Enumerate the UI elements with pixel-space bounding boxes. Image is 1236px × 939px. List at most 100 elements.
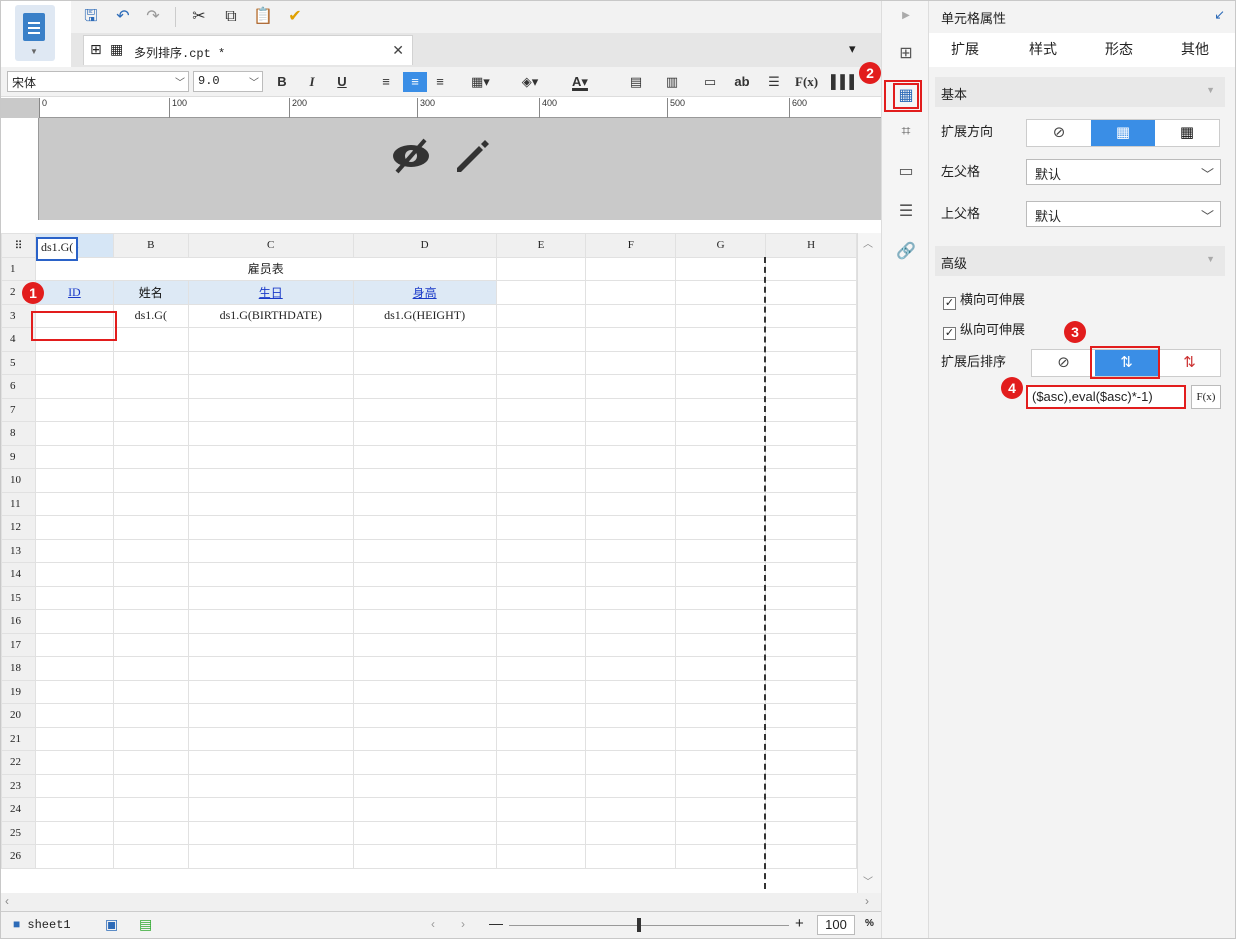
close-tab-icon[interactable]: ✕ <box>392 42 404 59</box>
cell[interactable] <box>34 491 114 516</box>
cell[interactable] <box>495 280 587 305</box>
row-header[interactable]: 13 <box>1 538 36 563</box>
cell[interactable] <box>765 350 857 375</box>
cell[interactable] <box>585 750 677 775</box>
cell[interactable] <box>352 797 497 822</box>
title-cell[interactable]: 雇员表 <box>34 256 497 281</box>
prev-page-icon[interactable]: ‹ <box>431 917 435 931</box>
cell[interactable] <box>585 820 677 845</box>
cell[interactable] <box>765 280 857 305</box>
spreadsheet-grid[interactable]: ⠿ A B C D E F G H 1 雇员表 2 ID 姓名 生日 身高 <box>1 233 857 893</box>
cell[interactable] <box>765 468 857 493</box>
cell[interactable] <box>187 820 354 845</box>
cell[interactable] <box>112 632 189 657</box>
zoom-input[interactable]: 100 <box>817 915 855 935</box>
cell[interactable] <box>187 679 354 704</box>
cell[interactable] <box>495 797 587 822</box>
cell[interactable] <box>34 656 114 681</box>
cell[interactable] <box>675 256 767 281</box>
cell[interactable] <box>187 562 354 587</box>
data-cell-id[interactable]: ds1.G( <box>35 237 79 261</box>
cell[interactable] <box>675 421 767 446</box>
cell[interactable] <box>675 773 767 798</box>
cell[interactable] <box>34 679 114 704</box>
row-header[interactable]: 16 <box>1 609 36 634</box>
scroll-right-icon[interactable]: › <box>865 894 869 908</box>
cell[interactable] <box>187 844 354 869</box>
formula-button[interactable]: F(x) <box>1191 385 1221 409</box>
cell[interactable] <box>34 726 114 751</box>
cell[interactable] <box>765 256 857 281</box>
cell[interactable] <box>585 515 677 540</box>
cell[interactable] <box>352 773 497 798</box>
border-icon[interactable]: ▦▾ <box>471 72 490 92</box>
horizontal-expand-checkbox[interactable]: ✓ 横向可伸展 <box>943 289 1025 310</box>
cell[interactable] <box>187 491 354 516</box>
cell[interactable] <box>765 444 857 469</box>
scroll-left-icon[interactable]: ‹ <box>5 894 9 908</box>
cell[interactable] <box>352 632 497 657</box>
paste-icon[interactable]: 📋 <box>253 7 273 27</box>
cell[interactable] <box>675 327 767 352</box>
underline-button[interactable]: U <box>333 72 351 92</box>
cell[interactable] <box>495 303 587 328</box>
cell[interactable] <box>675 585 767 610</box>
cell[interactable] <box>495 374 587 399</box>
cell[interactable] <box>112 538 189 563</box>
cell[interactable] <box>352 397 497 422</box>
cell[interactable] <box>112 397 189 422</box>
cell[interactable] <box>585 327 677 352</box>
cell[interactable] <box>585 726 677 751</box>
cell[interactable] <box>585 656 677 681</box>
merge-cells-icon[interactable]: ▤ <box>627 72 645 92</box>
cell[interactable] <box>585 256 677 281</box>
chart-icon[interactable]: ▌▌▌ <box>831 72 859 92</box>
cell[interactable] <box>585 632 677 657</box>
cell[interactable] <box>34 350 114 375</box>
cell[interactable] <box>585 773 677 798</box>
cell[interactable] <box>187 350 354 375</box>
select-all-corner[interactable]: ⠿ <box>1 233 36 258</box>
italic-button[interactable]: I <box>303 72 321 92</box>
cell[interactable] <box>112 750 189 775</box>
column-header[interactable]: B <box>112 233 189 258</box>
zoom-in-icon[interactable]: + <box>795 915 804 932</box>
save-icon[interactable]: 🖫 <box>81 7 101 27</box>
condition-icon[interactable]: ☰ <box>895 201 917 223</box>
column-header[interactable]: E <box>495 233 587 258</box>
tab-document[interactable]: ⊞ ▦ 多列排序.cpt * ✕ <box>83 35 413 65</box>
row-header[interactable]: 8 <box>1 421 36 446</box>
no-sort-icon[interactable]: ⊘ <box>1032 350 1095 376</box>
unmerge-cells-icon[interactable]: ▥ <box>663 72 681 92</box>
cell[interactable] <box>675 750 767 775</box>
header-cell-birthday[interactable]: 生日 <box>187 280 354 305</box>
app-logo[interactable]: ▼ <box>15 5 55 61</box>
cell[interactable] <box>352 374 497 399</box>
cell[interactable] <box>112 726 189 751</box>
cell[interactable] <box>187 327 354 352</box>
left-parent-select[interactable]: 默认 ﹀ <box>1026 159 1221 185</box>
cell[interactable] <box>585 350 677 375</box>
sort-formula-input[interactable]: ($asc),eval($asc)*-1) <box>1026 385 1186 409</box>
scroll-down-icon[interactable]: ﹀ <box>863 873 873 888</box>
cell[interactable] <box>34 397 114 422</box>
cell[interactable] <box>585 374 677 399</box>
cell[interactable] <box>675 562 767 587</box>
cell[interactable] <box>112 844 189 869</box>
cell[interactable] <box>112 585 189 610</box>
align-center-icon[interactable]: ≡ <box>403 72 427 92</box>
row-header[interactable]: 9 <box>1 444 36 469</box>
cell[interactable] <box>352 609 497 634</box>
cell[interactable] <box>495 773 587 798</box>
cell[interactable] <box>495 656 587 681</box>
top-parent-select[interactable]: 默认 ﹀ <box>1026 201 1221 227</box>
row-header[interactable]: 1 <box>1 256 36 281</box>
cell[interactable] <box>765 303 857 328</box>
cell[interactable] <box>765 491 857 516</box>
cell[interactable] <box>675 538 767 563</box>
cell[interactable] <box>675 374 767 399</box>
cell[interactable] <box>675 350 767 375</box>
cell[interactable] <box>495 397 587 422</box>
zoom-slider-handle[interactable] <box>637 918 641 932</box>
sheet-tab[interactable]: ■ sheet1 <box>13 918 71 932</box>
